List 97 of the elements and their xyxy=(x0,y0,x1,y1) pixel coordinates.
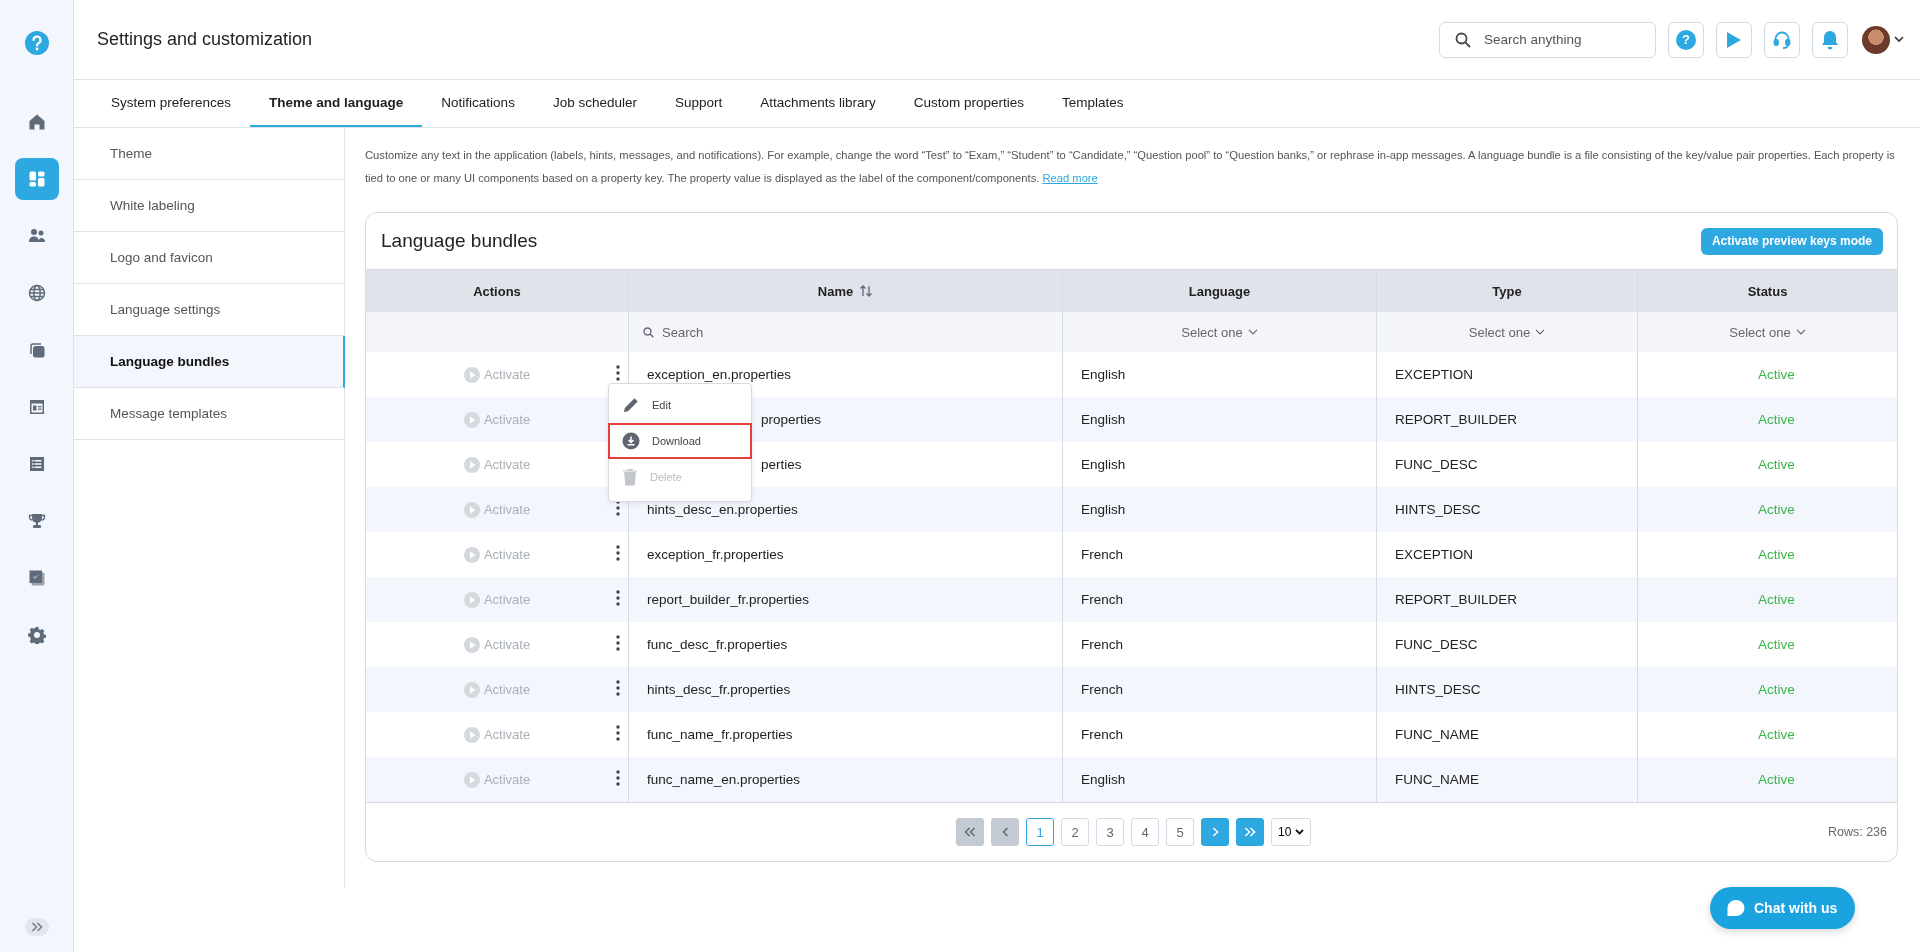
name-search-field[interactable]: Search xyxy=(660,323,864,341)
play-icon xyxy=(463,546,480,563)
subnav-item[interactable]: White labeling xyxy=(74,180,344,232)
chevron-right-icon xyxy=(1211,827,1219,837)
play-icon xyxy=(463,771,480,788)
card-title: Language bundles xyxy=(381,230,538,252)
chevron-down-icon xyxy=(1795,329,1806,335)
filter-dropdown[interactable]: Select one xyxy=(1462,323,1552,341)
subnav-item[interactable]: Logo and favicon xyxy=(74,232,344,284)
chat-bubble-icon xyxy=(1726,899,1746,917)
description-text: Customize any text in the application (labels, hints, messages, and notifications). For example, change the word “Test” to “Exam,” “Student” to “Candidate,” “Question pool” to “Question banks,” or rephrase in-app messages. A language bundle is a file consisting of the key/value pair properties. Each property is tied to one or many UI components based on a property key. The property value is displayed as the label of the component/components. Read more xyxy=(365,148,1896,186)
table-cell: hints_desc_en.properties xyxy=(629,487,1063,532)
more-icon[interactable] xyxy=(616,770,620,786)
play-icon xyxy=(463,411,480,428)
expand-icon[interactable] xyxy=(24,918,49,936)
status-text: Active xyxy=(1757,726,1796,744)
table-cell: func_name_en.properties xyxy=(629,757,1063,802)
tab[interactable]: Job scheduler xyxy=(533,80,656,127)
play-icon xyxy=(1726,30,1742,49)
bell-icon xyxy=(1821,29,1839,50)
page-title: Settings and customization xyxy=(97,29,313,50)
page-button[interactable]: 2 xyxy=(1061,818,1089,846)
table-cell: HINTS_DESC xyxy=(1377,667,1638,712)
play-icon xyxy=(463,366,480,383)
play-icon xyxy=(463,726,480,743)
tab[interactable]: Support xyxy=(655,80,742,127)
table-cell: hints_desc_fr.properties xyxy=(629,667,1063,712)
status-text: Active xyxy=(1757,636,1796,654)
page-size-dropdown[interactable]: 10 xyxy=(1271,818,1312,846)
table-cell: French xyxy=(1063,667,1377,712)
page-button[interactable]: 5 xyxy=(1166,818,1194,846)
status-text: Active xyxy=(1757,501,1796,519)
filter-dropdown[interactable]: Select one xyxy=(1723,323,1812,341)
more-icon[interactable] xyxy=(616,725,620,741)
sort-icon[interactable] xyxy=(859,285,874,297)
chevron-down-icon xyxy=(1535,329,1546,335)
status-text: Active xyxy=(1757,546,1796,564)
caret-icon[interactable] xyxy=(1894,36,1904,43)
status-text: Active xyxy=(1757,681,1796,699)
play-icon xyxy=(463,456,480,473)
double-chevron-left-icon xyxy=(964,827,976,837)
page-button[interactable]: 4 xyxy=(1131,818,1159,846)
pencil-icon xyxy=(622,396,640,414)
logo-icon[interactable] xyxy=(23,30,50,56)
table-cell: French xyxy=(1063,577,1377,622)
double-chevron-right-icon xyxy=(1244,827,1256,837)
chevron-left-icon xyxy=(1001,827,1009,837)
status-text: Active xyxy=(1757,411,1796,429)
table-cell: English xyxy=(1063,487,1377,532)
search-icon xyxy=(643,326,654,338)
table-cell: REPORT_BUILDER xyxy=(1377,397,1638,442)
notifications-button[interactable] xyxy=(1812,21,1848,58)
table-cell: report_builder_fr.properties xyxy=(629,577,1063,622)
table-cell: English xyxy=(1063,757,1377,802)
table-cell: FUNC_NAME xyxy=(1377,757,1638,802)
more-icon[interactable] xyxy=(616,635,620,651)
play-icon xyxy=(463,681,480,698)
tab[interactable]: Theme and language xyxy=(250,80,423,127)
play-icon xyxy=(463,591,480,608)
play-icon xyxy=(463,501,480,518)
chevron-down-icon xyxy=(1247,329,1258,335)
status-text: Active xyxy=(1757,591,1796,609)
trash-icon xyxy=(622,468,638,486)
filter-dropdown[interactable]: Select one xyxy=(1175,323,1264,341)
play-icon xyxy=(463,636,480,653)
more-icon[interactable] xyxy=(616,365,620,381)
subnav-item[interactable]: Message templates xyxy=(74,388,344,440)
status-text: Active xyxy=(1757,771,1796,789)
more-icon[interactable] xyxy=(616,680,620,696)
tab[interactable]: Attachments library xyxy=(741,80,895,127)
search-field[interactable]: Search anything xyxy=(1439,21,1656,58)
headset-icon xyxy=(1772,29,1792,50)
avatar[interactable] xyxy=(1862,25,1890,54)
more-icon[interactable] xyxy=(616,545,620,561)
tab[interactable]: Notifications xyxy=(422,80,534,127)
download-icon xyxy=(622,432,640,450)
chevron-down-icon xyxy=(1295,829,1305,835)
table-cell: REPORT_BUILDER xyxy=(1377,577,1638,622)
menu-item[interactable]: Download xyxy=(608,423,752,459)
table-cell: HINTS_DESC xyxy=(1377,487,1638,532)
support-button[interactable] xyxy=(1764,21,1800,58)
subnav-item[interactable]: Theme xyxy=(74,128,344,180)
more-icon[interactable] xyxy=(616,590,620,606)
page-button[interactable]: 3 xyxy=(1096,818,1124,846)
status-text: Active xyxy=(1757,366,1796,384)
tab[interactable]: Custom properties xyxy=(894,80,1044,127)
column-header: Status xyxy=(1746,282,1789,301)
dashboard-icon[interactable] xyxy=(14,158,59,200)
play-button[interactable] xyxy=(1716,21,1752,58)
table-cell: English xyxy=(1063,397,1377,442)
tab[interactable]: Templates xyxy=(1043,80,1143,127)
more-icon[interactable] xyxy=(616,500,620,516)
search-icon xyxy=(1455,31,1471,48)
subnav-item[interactable]: Language bundles xyxy=(74,336,345,388)
rows-count: Rows: 236 xyxy=(1827,825,1887,839)
status-text: Active xyxy=(1757,456,1796,474)
tab[interactable]: System preferences xyxy=(92,80,251,127)
